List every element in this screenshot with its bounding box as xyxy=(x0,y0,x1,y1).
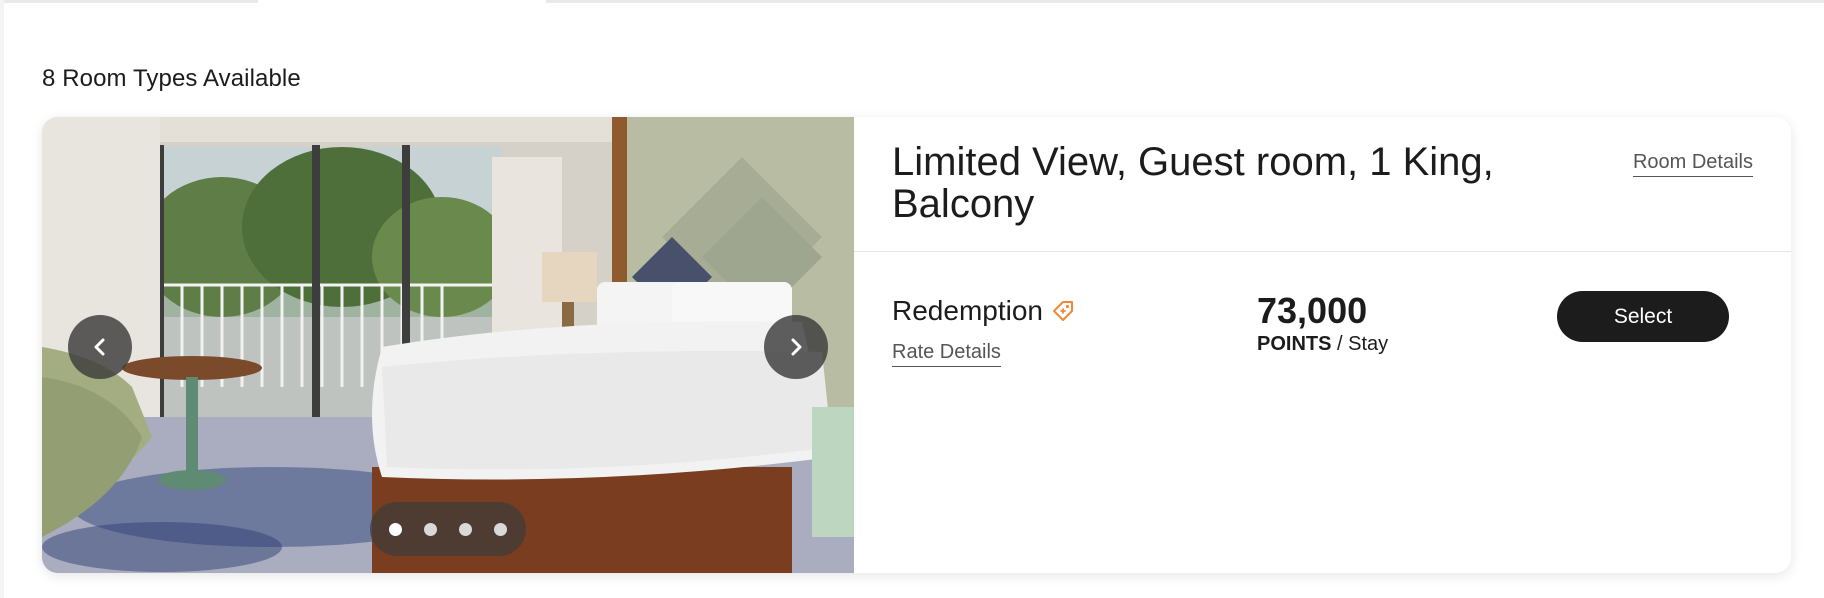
price-unit-suffix: / Stay xyxy=(1331,333,1389,355)
room-card: Limited View, Guest room, 1 King, Balcon… xyxy=(42,117,1791,573)
rate-name: Redemption xyxy=(892,295,1075,327)
carousel-dot[interactable] xyxy=(424,522,437,536)
room-details-panel: Limited View, Guest room, 1 King, Balcon… xyxy=(854,117,1791,573)
select-button[interactable]: Select xyxy=(1557,291,1729,342)
price-block: 73,000 POINTS / Stay xyxy=(1257,291,1388,356)
room-title: Limited View, Guest room, 1 King, Balcon… xyxy=(892,140,1494,226)
price-tag-icon xyxy=(1052,301,1073,321)
carousel-dot[interactable] xyxy=(494,522,507,536)
price-unit: POINTS / Stay xyxy=(1257,333,1388,356)
carousel-dot[interactable] xyxy=(389,522,402,536)
rate-details-link[interactable]: Rate Details xyxy=(892,341,1001,367)
room-image-carousel[interactable] xyxy=(42,117,854,573)
tab-strip xyxy=(4,0,1824,3)
carousel-prev-button[interactable] xyxy=(68,315,132,379)
rate-name-label: Redemption xyxy=(892,295,1043,326)
divider xyxy=(854,251,1791,252)
room-details-link[interactable]: Room Details xyxy=(1632,151,1753,177)
price-value: 73,000 xyxy=(1257,290,1368,331)
carousel-next-button[interactable] xyxy=(764,315,828,379)
active-tab-indicator xyxy=(258,0,546,3)
page: 8 Room Types Available Limited View, Gue… xyxy=(4,0,1824,598)
room-count-heading: 8 Room Types Available xyxy=(42,65,301,92)
carousel-dot[interactable] xyxy=(459,522,472,536)
chevron-right-icon xyxy=(791,338,802,356)
chevron-left-icon xyxy=(94,338,105,356)
carousel-pagination xyxy=(370,502,526,556)
price-unit-points: POINTS xyxy=(1257,333,1332,355)
